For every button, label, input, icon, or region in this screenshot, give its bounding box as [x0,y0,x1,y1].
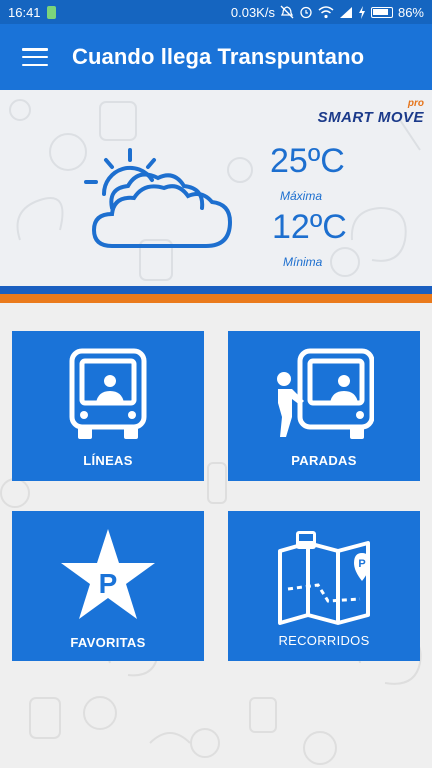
max-label: Máxima [280,189,323,203]
brand-logo: pro SMART MOVE [304,98,426,126]
star-parking-icon: P [61,529,155,619]
network-speed: 0.03K/s [230,4,275,20]
battery-saver-icon [46,5,56,19]
brand-suffix: pro [407,98,424,109]
bus-icon [69,348,147,439]
lineas-label: LÍNEAS [83,453,133,468]
status-time: 16:41 [8,4,41,20]
accent-stripe-blue [0,286,432,294]
svg-text:P: P [358,558,365,570]
wifi-icon [318,5,334,18]
recorridos-label: RECORRIDOS [278,633,370,648]
brand-name: SMART MOVE [317,109,424,126]
paradas-button[interactable]: PARADAS [228,331,420,481]
favoritas-button[interactable]: P FAVORITAS [12,511,204,661]
max-temperature: 25ºC [270,142,345,180]
battery-icon [370,6,393,18]
bus-stop-icon [277,348,374,439]
battery-level: 86% [397,4,424,20]
alarm-icon [300,6,312,19]
mute-icon [280,5,294,19]
status-bar: 16:41 0.03K/s 86% [0,0,432,24]
app-bar: Cuando llega Transpuntano [0,24,432,90]
min-temperature: 12ºC [272,208,347,246]
recorridos-button[interactable]: P RECORRIDOS [228,511,420,661]
accent-stripe-orange [0,294,432,303]
favoritas-label: FAVORITAS [70,635,146,650]
menu-icon[interactable] [22,48,48,66]
route-map-icon: P [278,531,370,625]
weather-panel: pro SMART MOVE 25ºC Máxima 12ºC Mínima [0,90,432,290]
lineas-button[interactable]: LÍNEAS [12,331,204,481]
app-title: Cuando llega Transpuntano [72,44,365,69]
status-right: 0.03K/s 86% [231,5,424,20]
min-label: Mínima [283,255,323,269]
partly-cloudy-icon [84,148,233,248]
charging-icon [358,5,365,19]
paradas-label: PARADAS [291,453,357,468]
svg-text:P: P [99,568,118,599]
signal-icon [339,6,352,18]
